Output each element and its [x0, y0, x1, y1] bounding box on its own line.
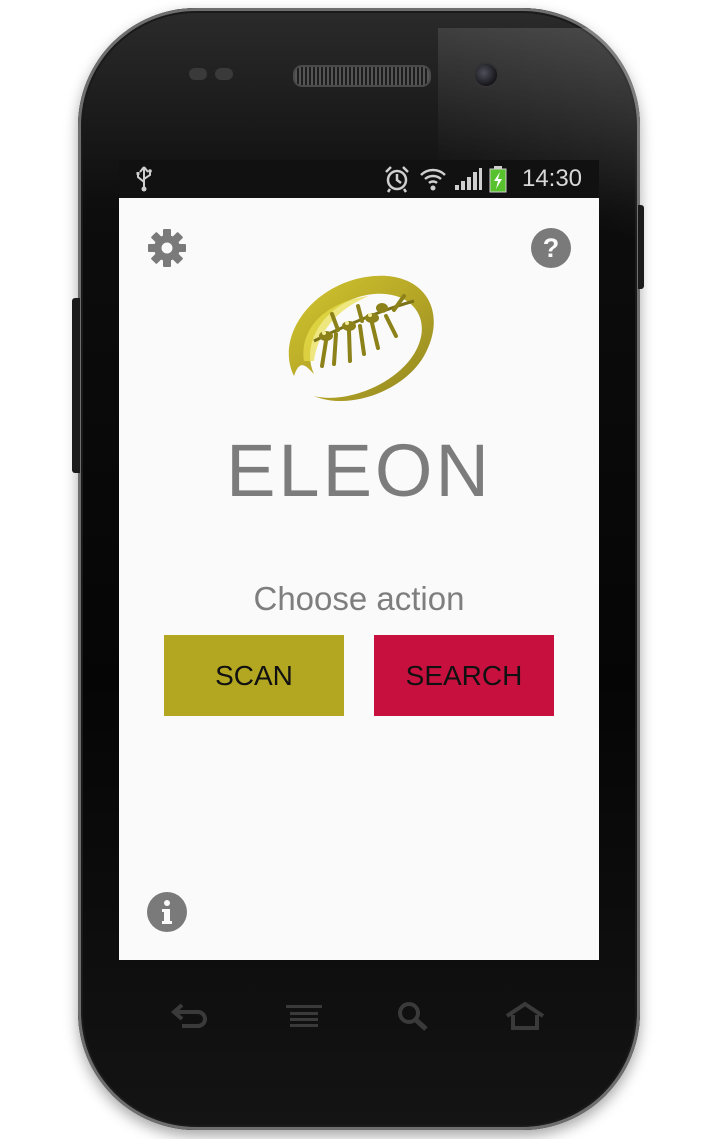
menu-button[interactable]	[280, 996, 328, 1036]
battery-charging-icon	[487, 160, 509, 198]
search-icon	[398, 1002, 428, 1031]
proximity-sensor	[189, 68, 207, 80]
home-icon	[505, 1001, 545, 1030]
gear-icon	[148, 229, 186, 267]
wifi-icon	[419, 160, 447, 198]
home-button[interactable]	[501, 996, 549, 1036]
screen: 14:30 ? ELEON Choose action SCAN SEARCH	[119, 160, 599, 960]
app-title: ELEON	[226, 429, 492, 512]
search-button-label: SEARCH	[405, 659, 523, 691]
power-key	[638, 205, 644, 289]
usb-icon	[133, 160, 155, 198]
back-button[interactable]	[166, 996, 214, 1036]
status-bar: 14:30	[119, 160, 599, 198]
search-key[interactable]	[389, 996, 437, 1036]
help-icon: ?	[531, 228, 571, 268]
menu-icon	[286, 1005, 322, 1027]
info-icon	[147, 892, 187, 932]
action-prompt: Choose action	[253, 580, 465, 617]
svg-text:?: ?	[543, 233, 560, 263]
help-button[interactable]: ?	[529, 226, 573, 270]
olive-logo	[288, 275, 434, 402]
volume-key	[72, 298, 80, 473]
scan-button-label: SCAN	[215, 659, 293, 691]
light-sensor	[215, 68, 233, 80]
back-icon	[170, 1003, 207, 1028]
alarm-icon	[383, 160, 411, 198]
settings-button[interactable]	[145, 226, 189, 270]
search-button[interactable]: SEARCH	[374, 635, 554, 716]
front-camera	[473, 62, 499, 88]
earpiece-speaker	[293, 65, 431, 87]
info-button[interactable]	[146, 891, 188, 933]
status-time: 14:30	[521, 165, 583, 192]
scan-button[interactable]: SCAN	[164, 635, 344, 716]
signal-icon	[453, 160, 483, 198]
